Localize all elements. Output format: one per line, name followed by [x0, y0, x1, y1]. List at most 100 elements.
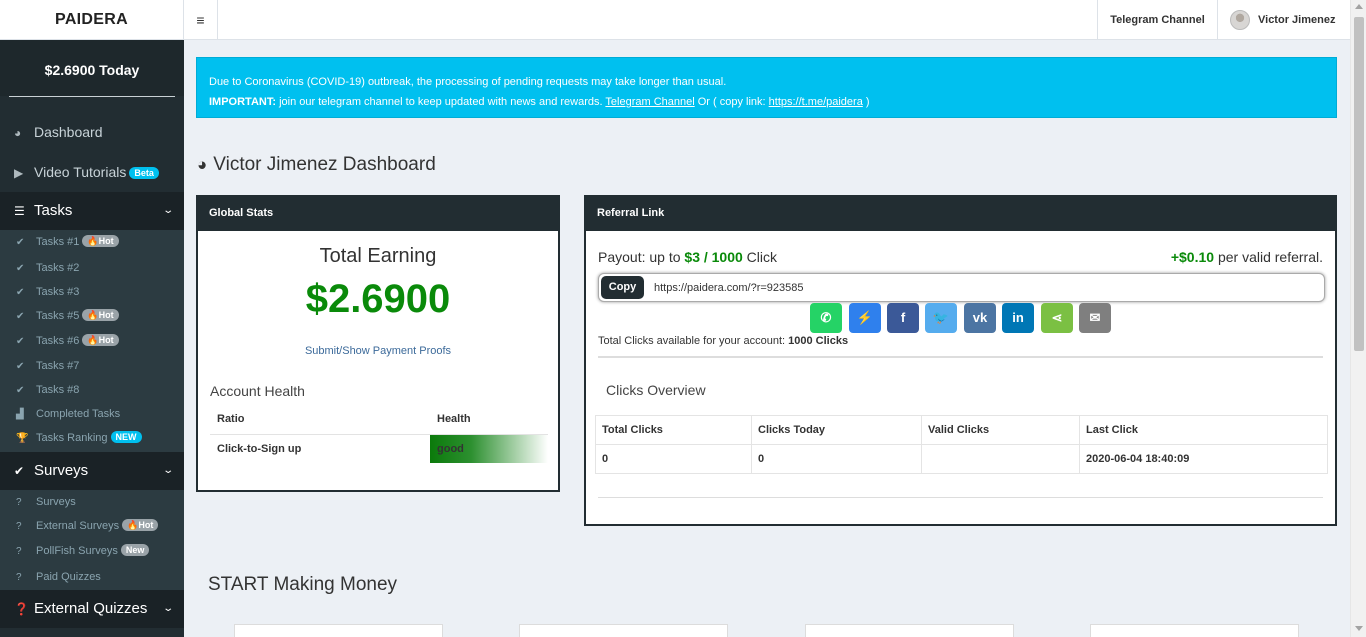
linkedin-icon[interactable]: in [1002, 303, 1034, 333]
sidebar-item-completed-tasks[interactable]: ▟ Completed Tasks [0, 402, 184, 426]
new-badge: NEW [110, 431, 142, 443]
payout-text: Click [742, 249, 778, 265]
facebook-icon[interactable]: f [887, 303, 919, 333]
copy-button[interactable]: Copy [601, 276, 644, 299]
column-header: Clicks Today [751, 415, 922, 445]
telegram-channel-link[interactable]: Telegram Channel [1097, 0, 1218, 40]
sidebar-item-label: Completed Tasks [36, 408, 121, 420]
alert-copy-link[interactable]: https://t.me/paidera [769, 96, 863, 108]
sidebar-item-paid-quizzes[interactable]: ? Paid Quizzes [0, 565, 184, 589]
top-navbar: PAIDERA ≡ Telegram Channel Victor Jimene… [0, 0, 1366, 40]
scroll-up-arrow-icon[interactable] [1355, 4, 1363, 9]
sidebar-section-external-quizzes[interactable]: ❓ External Quizzes ⌄ [0, 590, 184, 628]
table-row: Click-to-Sign up good [210, 434, 548, 463]
sidebar-item-label: Tasks #6 [36, 335, 80, 347]
user-menu[interactable]: Victor Jimenez [1218, 0, 1350, 40]
divider [598, 356, 1323, 358]
scrollbar-thumb[interactable] [1354, 17, 1364, 351]
per-referral-info: +$0.10 per valid referral. [1171, 249, 1323, 265]
new-badge: New [120, 544, 150, 556]
sidebar-item-label: Surveys [36, 496, 76, 508]
email-icon[interactable]: ✉ [1079, 303, 1111, 333]
offer-card[interactable] [805, 624, 1014, 637]
sidebar-item-tasks-6[interactable]: ✔ Tasks #6 🔥Hot [0, 329, 184, 353]
sidebar-section-label: Tasks [34, 202, 73, 219]
share-icon[interactable]: ⋖ [1041, 303, 1073, 333]
messenger-icon[interactable]: ⚡ [849, 303, 881, 333]
brand-logo[interactable]: PAIDERA [0, 0, 184, 40]
sidebar-item-tasks-8[interactable]: ✔ Tasks #8 [0, 378, 184, 402]
offer-card[interactable] [234, 624, 443, 637]
sidebar-item-tasks-1[interactable]: ✔ Tasks #1 🔥Hot [0, 230, 184, 254]
sidebar-item-label: Tasks #7 [36, 360, 80, 372]
whatsapp-icon[interactable]: ✆ [810, 303, 842, 333]
check-icon: ✔ [16, 385, 25, 396]
referral-link-input[interactable] [654, 277, 1314, 298]
divider [598, 497, 1323, 498]
hamburger-icon[interactable]: ≡ [184, 0, 218, 40]
valid-clicks-cell [921, 444, 1080, 474]
column-header: Health [430, 405, 548, 435]
sidebar-item-pollfish-surveys[interactable]: ? PollFish Surveys New [0, 539, 184, 563]
clicks-overview-title: Clicks Overview [606, 382, 706, 398]
sidebar-item-video-tutorials[interactable]: ▶ Video Tutorials Beta [0, 152, 184, 192]
sidebar-item-external-surveys[interactable]: ? External Surveys 🔥Hot [0, 514, 184, 538]
page-scrollbar[interactable] [1350, 0, 1366, 637]
sidebar-item-label: Video Tutorials [34, 164, 127, 180]
check-icon: ✔ [16, 263, 25, 274]
ratio-cell: Click-to-Sign up [217, 442, 302, 455]
avatar [1230, 10, 1250, 30]
sidebar-section-tasks[interactable]: ☰ Tasks ⌄ [0, 192, 184, 230]
important-label: IMPORTANT: [209, 96, 277, 108]
question-circle-icon: ❓ [14, 602, 29, 616]
hot-badge: 🔥Hot [82, 309, 119, 321]
sidebar-item-tasks-2[interactable]: ✔ Tasks #2 [0, 256, 184, 280]
sidebar-section-surveys[interactable]: ✔ Surveys ⌄ [0, 452, 184, 490]
column-header: Last Click [1079, 415, 1328, 445]
global-stats-panel: Global Stats Total Earning $2.6900 Submi… [196, 195, 560, 492]
hot-badge: 🔥Hot [82, 235, 119, 247]
dashboard-icon: ◕ [14, 126, 22, 140]
sidebar-item-tasks-3[interactable]: ✔ Tasks #3 [0, 280, 184, 304]
total-clicks-cell: 0 [595, 444, 752, 474]
vk-icon[interactable]: vk [964, 303, 996, 333]
alert-telegram-link[interactable]: Telegram Channel [605, 96, 694, 108]
sidebar-item-surveys[interactable]: ? Surveys [0, 490, 184, 514]
sidebar-item-label: Tasks #8 [36, 384, 80, 396]
user-name: Victor Jimenez [1258, 14, 1336, 26]
sidebar-item-label: PollFish Surveys [36, 545, 118, 557]
table-header-row: Ratio Health [210, 405, 548, 435]
sidebar-item-tasks-ranking[interactable]: 🏆 Tasks Ranking NEW [0, 426, 184, 450]
list-icon: ☰ [14, 204, 25, 218]
offer-card[interactable] [519, 624, 728, 637]
start-making-money-title: START Making Money [208, 574, 398, 595]
total-clicks-value: 1000 Clicks [788, 335, 849, 347]
sidebar-item-label: Tasks Ranking [36, 432, 108, 444]
question-circle-icon: ? [16, 572, 22, 583]
sidebar-item-label: Tasks #2 [36, 262, 80, 274]
table-header-row: Total Clicks Clicks Today Valid Clicks L… [595, 415, 1328, 445]
sidebar: $2.6900 Today ◕ Dashboard ▶ Video Tutorial… [0, 40, 184, 637]
account-health-title: Account Health [210, 383, 305, 399]
payment-proofs-link[interactable]: Submit/Show Payment Proofs [198, 345, 558, 357]
offer-card[interactable] [1090, 624, 1299, 637]
column-header: Valid Clicks [921, 415, 1080, 445]
sidebar-item-tasks-7[interactable]: ✔ Tasks #7 [0, 354, 184, 378]
health-status-bar: good [430, 434, 548, 463]
payout-info: Payout: up to $3 / 1000 Click [598, 249, 777, 265]
page-title: ◕ Victor Jimenez Dashboard [197, 152, 436, 178]
hot-badge: 🔥Hot [82, 334, 119, 346]
youtube-icon: ▶ [14, 166, 24, 180]
twitter-icon[interactable]: 🐦 [925, 303, 957, 333]
dashboard-icon: ◕ [197, 155, 208, 174]
sidebar-item-tasks-5[interactable]: ✔ Tasks #5 🔥Hot [0, 304, 184, 328]
scroll-down-arrow-icon[interactable] [1355, 626, 1363, 631]
surveys-submenu: ? Surveys ? External Surveys 🔥Hot ? PollFish… [0, 490, 184, 590]
alert-line-1: Due to Coronavirus (COVID-19) outbreak, … [209, 76, 727, 88]
panel-header: Global Stats [198, 197, 558, 231]
check-icon: ✔ [16, 237, 25, 248]
sidebar-item-dashboard[interactable]: ◕ Dashboard [0, 112, 184, 152]
today-balance: $2.6900 Today [0, 40, 184, 96]
sidebar-item-label: Paid Quizzes [36, 571, 101, 583]
sidebar-item-label: External Surveys [36, 520, 120, 532]
